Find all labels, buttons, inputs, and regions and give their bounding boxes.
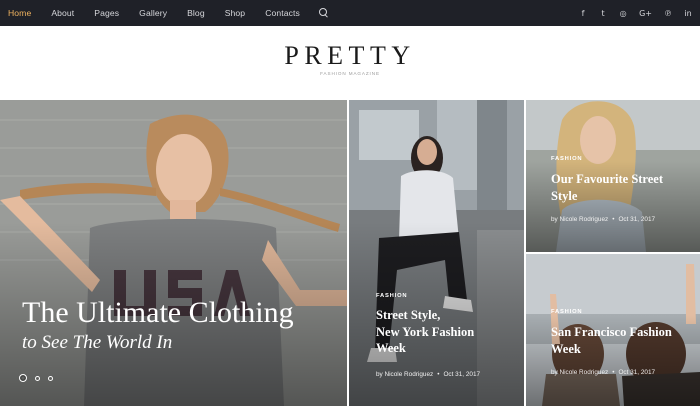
post-title-line: Week (376, 341, 406, 355)
meta-separator: • (437, 371, 440, 378)
post-date: Oct 31, 2017 (618, 216, 656, 223)
post-author[interactable]: by Nicole Rodriguez (551, 216, 608, 223)
site-logo[interactable]: PRETTY (0, 41, 700, 71)
nav-item-about[interactable]: About (51, 8, 74, 18)
site-tagline: FASHION MAGAZINE (320, 71, 380, 76)
post-title-line: New York Fashion (376, 324, 475, 339)
post-category[interactable]: FASHION (376, 293, 407, 299)
post-author[interactable]: by Nicole Rodriguez (376, 371, 433, 378)
linkedin-icon[interactable]: in (684, 9, 692, 18)
hero-slide[interactable]: The Ultimate Clothing to See The World I… (0, 100, 347, 406)
post-category[interactable]: FASHION (551, 309, 582, 315)
site-header: PRETTY FASHION MAGAZINE (0, 26, 700, 100)
post-title[interactable]: Our Favourite Street Style (551, 171, 663, 204)
post-title[interactable]: Street Style, New York Fashion Week (376, 307, 474, 357)
featured-grid: The Ultimate Clothing to See The World I… (0, 100, 700, 406)
google-plus-icon[interactable]: G+ (639, 9, 652, 18)
post-title-line: Style (551, 188, 578, 203)
nav-item-gallery[interactable]: Gallery (139, 8, 167, 18)
nav-item-blog[interactable]: Blog (187, 8, 205, 18)
pinterest-icon[interactable]: ℗ (664, 9, 672, 18)
nav-item-home[interactable]: Home (8, 8, 31, 18)
post-title-line: Street Style, (376, 308, 441, 322)
slider-pagination (19, 374, 61, 382)
post-card-favourite-street-style[interactable]: FASHION Our Favourite Street Style by Ni… (526, 100, 700, 252)
instagram-icon[interactable]: ◎ (619, 9, 627, 18)
post-author[interactable]: by Nicole Rodriguez (551, 369, 608, 376)
post-card-street-style[interactable]: FASHION Street Style, New York Fashion W… (349, 100, 524, 406)
slider-dot-1[interactable] (19, 374, 27, 382)
meta-separator: • (612, 369, 615, 376)
post-meta: by Nicole Rodriguez • Oct 31, 2017 (376, 371, 480, 378)
post-title-line: San Francisco Fashion (551, 325, 672, 339)
top-navigation-bar: Home About Pages Gallery Blog Shop Conta… (0, 0, 700, 26)
twitter-icon[interactable]: t (599, 9, 607, 18)
nav-item-shop[interactable]: Shop (225, 8, 245, 18)
nav-item-contacts[interactable]: Contacts (265, 8, 300, 18)
nav-item-pages[interactable]: Pages (94, 8, 119, 18)
slider-dot-3[interactable] (48, 375, 53, 381)
facebook-icon[interactable]: f (579, 9, 587, 18)
post-date: Oct 31, 2017 (618, 369, 656, 376)
post-meta: by Nicole Rodriguez • Oct 31, 2017 (551, 216, 655, 223)
hero-subtitle: to See The World In (22, 332, 173, 353)
post-title[interactable]: San Francisco Fashion Week (551, 324, 672, 357)
post-card-san-francisco[interactable]: FASHION San Francisco Fashion Week by Ni… (526, 254, 700, 406)
post-date: Oct 31, 2017 (443, 371, 481, 378)
social-links: f t ◎ G+ ℗ in (567, 0, 692, 26)
main-menu: Home About Pages Gallery Blog Shop Conta… (8, 0, 330, 26)
meta-separator: • (612, 216, 615, 223)
post-category[interactable]: FASHION (551, 156, 582, 162)
slider-dot-2[interactable] (35, 375, 40, 381)
post-title-line: Week (551, 341, 581, 356)
post-meta: by Nicole Rodriguez • Oct 31, 2017 (551, 369, 655, 376)
post-title-line: Our Favourite Street (551, 172, 664, 186)
hero-title[interactable]: The Ultimate Clothing (22, 296, 294, 330)
search-icon[interactable] (318, 7, 330, 19)
